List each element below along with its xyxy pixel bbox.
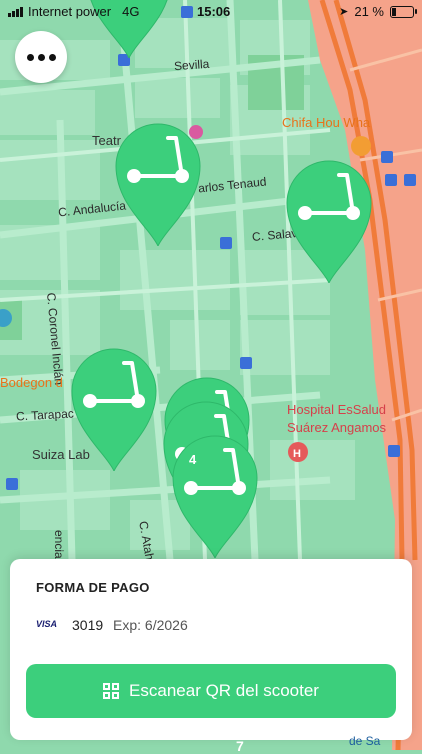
dot-icon: [37, 53, 45, 61]
scooter-icon: [71, 348, 157, 471]
scan-qr-label: Escanear QR del scooter: [129, 681, 319, 700]
map-label-bottom: de Sa: [349, 734, 381, 748]
dot-icon: [48, 53, 56, 61]
scooter-icon: [286, 160, 372, 283]
poi-label-bodegon: Bodegon d: [0, 375, 63, 390]
signal-icon: [8, 6, 23, 17]
bus-icon: [181, 5, 191, 18]
carrier-label: Internet power: [28, 4, 112, 19]
scooter-pin[interactable]: [66, 343, 162, 471]
card-expiry: Exp: 6/2026: [113, 617, 188, 633]
street-label-valencia: encia: [52, 530, 66, 559]
payment-title: FORMA DE PAGO: [36, 580, 150, 595]
scan-qr-button[interactable]: Escanear QR del scooter: [26, 664, 396, 718]
card-last4: 3019: [72, 617, 104, 633]
status-bar: Internet power 4G 15:06 ➤ 21 %: [0, 0, 422, 24]
payment-card: FORMA DE PAGO VISA 3019 Exp: 6/2026 Esca…: [10, 559, 412, 740]
street-label-sevilla: Sevilla: [173, 56, 210, 74]
network-label: 4G: [122, 4, 140, 19]
battery-icon: [390, 5, 417, 18]
cluster-count: 4: [189, 452, 197, 467]
scooter-icon: [115, 123, 201, 246]
qr-code-icon: [103, 683, 120, 699]
scooter-pin[interactable]: [110, 118, 206, 246]
scooter-icon: [172, 435, 258, 558]
battery-percent: 21 %: [354, 4, 384, 19]
more-options-button[interactable]: [15, 31, 67, 83]
dot-icon: [26, 53, 34, 61]
poi-label-chifa: Chifa Hou Wha: [282, 115, 371, 130]
map-number-bottom: 7: [236, 738, 244, 754]
poi-label-hospital-2: Suárez Angamos: [287, 420, 387, 435]
scooter-pin[interactable]: [167, 430, 263, 558]
clock-time: 15:06: [197, 4, 231, 19]
scooter-pin[interactable]: [281, 155, 377, 283]
visa-icon: VISA: [36, 619, 58, 629]
location-arrow-icon: ➤: [339, 6, 349, 18]
svg-text:H: H: [293, 448, 301, 460]
poi-label-hospital: Hospital EsSalud: [287, 402, 386, 417]
